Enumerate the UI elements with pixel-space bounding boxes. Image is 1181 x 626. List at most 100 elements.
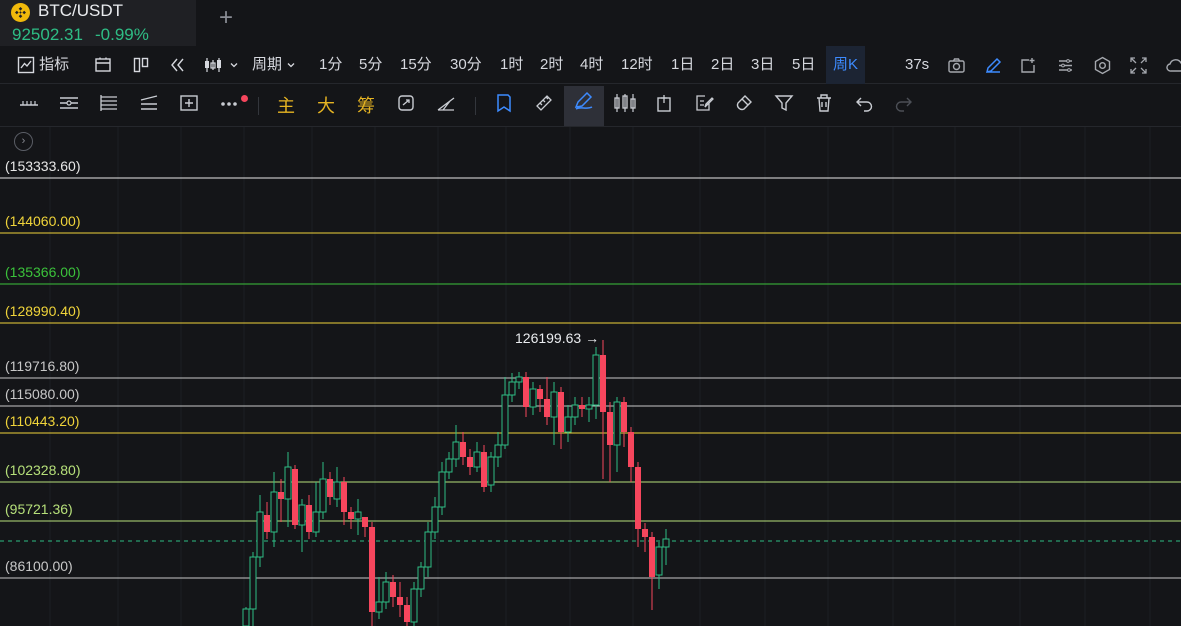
ruler-tool[interactable] — [530, 92, 558, 120]
candle-up[interactable] — [487, 456, 495, 486]
filter-tool[interactable] — [770, 92, 798, 120]
sync-drawing-tool[interactable] — [392, 92, 420, 120]
candle-up[interactable] — [410, 588, 418, 623]
candle-up[interactable] — [508, 381, 516, 396]
candle-up[interactable] — [550, 391, 558, 418]
alert-button[interactable] — [1019, 46, 1038, 84]
measure-box-tool[interactable] — [175, 92, 203, 120]
candle-down[interactable] — [600, 355, 606, 412]
candle-down[interactable] — [523, 377, 529, 407]
candle-up[interactable] — [585, 404, 593, 410]
note-tool[interactable] — [690, 92, 718, 120]
symbol-tab-btcusdt[interactable]: BTC/USDT 92502.31 -0.99% — [0, 0, 196, 46]
candle-down[interactable] — [607, 412, 613, 445]
candle-up[interactable] — [452, 441, 460, 460]
candlestick-chart[interactable]: › (153333.60) (144060.00) (135366.00) (1289… — [0, 127, 1181, 626]
candle-up[interactable] — [319, 478, 327, 513]
add-tab-button[interactable]: + — [214, 6, 238, 31]
candle-down[interactable] — [642, 529, 648, 537]
indicators-button[interactable]: 指标 — [17, 46, 69, 84]
main-indicator-button[interactable]: 主 — [272, 92, 300, 120]
candle-down[interactable] — [628, 432, 634, 467]
candle-up[interactable] — [662, 538, 670, 548]
candle-up[interactable] — [564, 416, 572, 433]
candle-up[interactable] — [424, 531, 432, 568]
chevron-right-icon[interactable]: › — [14, 132, 33, 151]
settings-list-button[interactable] — [1056, 46, 1075, 84]
candle-up[interactable] — [494, 444, 502, 458]
candle-down[interactable] — [348, 512, 354, 519]
candle-up[interactable] — [515, 376, 523, 383]
period-2-button[interactable]: 15分 — [400, 46, 432, 84]
candle-up[interactable] — [242, 608, 250, 626]
candle-up[interactable] — [445, 458, 453, 473]
candle-down[interactable] — [390, 582, 396, 597]
fib-lines-tool[interactable] — [95, 92, 123, 120]
candle-down[interactable] — [362, 517, 368, 527]
horizontal-ray-tool[interactable] — [15, 92, 43, 120]
candle-down[interactable] — [481, 452, 487, 487]
candle-up[interactable] — [571, 404, 579, 418]
candle-up[interactable] — [256, 511, 264, 558]
candle-up[interactable] — [354, 511, 362, 520]
candle-up[interactable] — [529, 388, 537, 408]
candle-up[interactable] — [501, 394, 509, 446]
period-12-button[interactable]: 周K — [826, 46, 866, 84]
candle-up[interactable] — [655, 546, 663, 576]
period-3-button[interactable]: 30分 — [450, 46, 482, 84]
candle-down[interactable] — [558, 392, 564, 432]
period-5-button[interactable]: 2时 — [540, 46, 563, 84]
chart-settings-button[interactable] — [1093, 46, 1112, 84]
candle-down[interactable] — [467, 457, 473, 467]
candle-down[interactable] — [544, 399, 550, 417]
candle-down[interactable] — [341, 482, 347, 512]
candle-up[interactable] — [298, 504, 306, 526]
candle-up[interactable] — [431, 506, 439, 533]
trend-angle-tool[interactable] — [432, 92, 460, 120]
candle-down[interactable] — [621, 402, 627, 432]
draw-toggle-button[interactable] — [984, 46, 1003, 84]
trend-lines-tool[interactable] — [135, 92, 163, 120]
chart-canvas[interactable] — [0, 127, 1181, 626]
candle-down[interactable] — [397, 597, 403, 605]
candle-down[interactable] — [404, 605, 410, 622]
chart-type-dropdown[interactable] — [203, 46, 239, 84]
candle-up[interactable] — [438, 471, 446, 508]
candle-down[interactable] — [264, 515, 270, 532]
candle-pattern-tool[interactable] — [611, 92, 639, 120]
parallel-lines-tool[interactable] — [55, 92, 83, 120]
candle-up[interactable] — [592, 354, 600, 406]
period-7-button[interactable]: 12时 — [621, 46, 653, 84]
collapse-left-button[interactable] — [168, 46, 186, 84]
candle-up[interactable] — [312, 511, 320, 533]
magnet-tool[interactable] — [730, 92, 758, 120]
undo-button[interactable] — [850, 92, 878, 120]
screenshot-button[interactable] — [947, 46, 966, 84]
candle-up[interactable] — [270, 491, 278, 533]
fullscreen-button[interactable] — [1129, 46, 1148, 84]
delete-drawings-button[interactable] — [810, 92, 838, 120]
candle-down[interactable] — [327, 479, 333, 497]
period-8-button[interactable]: 1日 — [671, 46, 694, 84]
position-tool[interactable] — [650, 92, 678, 120]
candle-down[interactable] — [579, 405, 585, 409]
big-order-button[interactable]: 大 — [312, 92, 340, 120]
candle-up[interactable] — [613, 401, 621, 446]
more-tools-button[interactable] — [215, 92, 243, 120]
candle-up[interactable] — [375, 601, 383, 613]
magnet-mode-tool[interactable] — [490, 92, 518, 120]
candle-down[interactable] — [460, 442, 466, 457]
candle-up[interactable] — [284, 466, 292, 500]
layout-button[interactable] — [94, 46, 112, 84]
candle-down[interactable] — [649, 537, 655, 577]
redo-button[interactable] — [890, 92, 918, 120]
candle-down[interactable] — [635, 467, 641, 529]
period-0-button[interactable]: 1分 — [319, 46, 342, 84]
chip-distribution-button[interactable]: 筹 — [352, 92, 380, 120]
candle-up[interactable] — [382, 581, 390, 603]
candle-down[interactable] — [369, 527, 375, 612]
period-4-button[interactable]: 1时 — [500, 46, 523, 84]
period-10-button[interactable]: 3日 — [751, 46, 774, 84]
period-9-button[interactable]: 2日 — [711, 46, 734, 84]
period-1-button[interactable]: 5分 — [359, 46, 382, 84]
